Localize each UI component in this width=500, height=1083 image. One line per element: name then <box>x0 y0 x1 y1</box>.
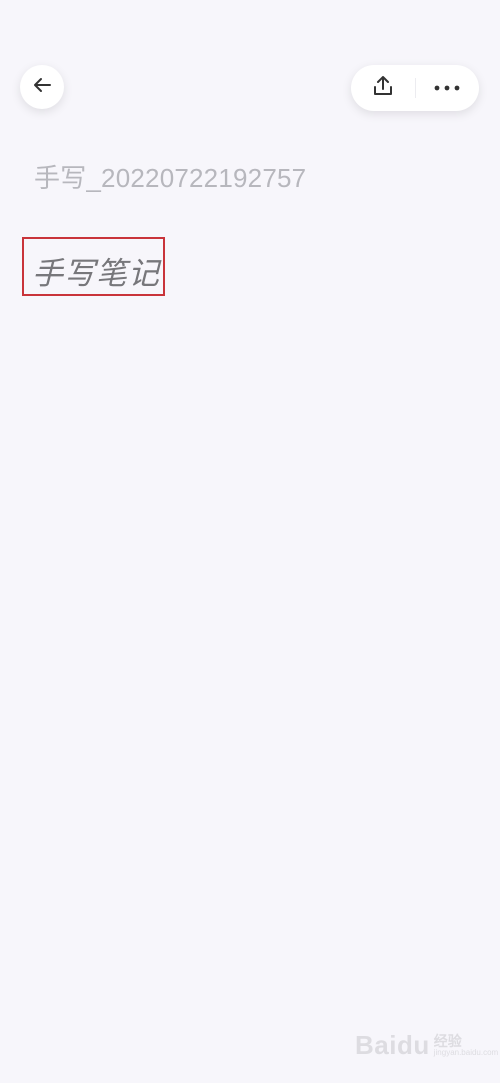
handwriting-highlight-box: 手写笔记 <box>22 237 165 296</box>
note-title[interactable]: 手写_20220722192757 <box>34 158 306 195</box>
more-horizontal-icon <box>434 79 460 97</box>
watermark-subtext: 经验 jingyan.baidu.com <box>434 1034 498 1057</box>
share-upload-icon <box>371 74 395 103</box>
arrow-left-icon <box>31 74 53 101</box>
watermark-cn-label: 经验 <box>433 1032 462 1049</box>
handwritten-note-text[interactable]: 手写笔记 <box>32 248 160 293</box>
back-button[interactable] <box>20 65 64 109</box>
baidu-jingyan-watermark: Baidu 经验 jingyan.baidu.com <box>355 1030 498 1061</box>
share-button[interactable] <box>351 65 415 111</box>
baidu-logo: Baidu <box>355 1030 430 1060</box>
top-actions-pill <box>351 65 479 111</box>
watermark-url: jingyan.baidu.com <box>433 1047 499 1057</box>
more-button[interactable] <box>416 65 480 111</box>
